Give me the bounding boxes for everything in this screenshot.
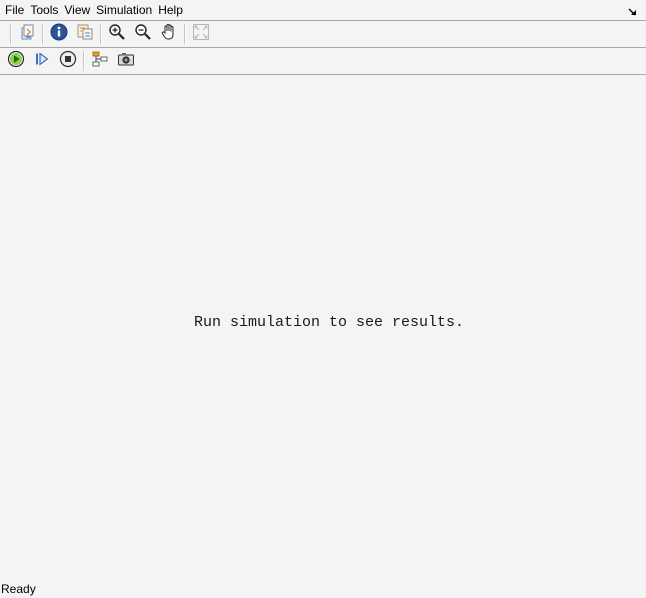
empty-results-message: Run simulation to see results. <box>193 314 465 331</box>
simulation-toolbar <box>0 48 646 75</box>
fit-to-view-button[interactable] <box>190 23 212 45</box>
stop-button[interactable] <box>57 50 79 72</box>
menu-bar: File Tools View Simulation Help <box>0 0 646 21</box>
zoom-in-icon <box>108 23 126 46</box>
menu-view[interactable]: View <box>61 1 93 19</box>
snapshot-camera-icon <box>117 50 135 73</box>
toolbar-separator <box>83 51 85 71</box>
zoom-in-button[interactable] <box>106 23 128 45</box>
run-icon <box>7 50 25 73</box>
view-toolbar <box>0 21 646 48</box>
fit-to-view-icon <box>192 23 210 46</box>
info-button[interactable] <box>48 23 70 45</box>
toolbar-separator <box>10 24 12 44</box>
zoom-out-icon <box>134 23 152 46</box>
results-area: Run simulation to see results. <box>0 75 646 576</box>
model-hierarchy-button[interactable] <box>89 50 111 72</box>
menu-tools[interactable]: Tools <box>27 1 61 19</box>
stop-icon <box>59 50 77 73</box>
snapshot-button[interactable] <box>115 50 137 72</box>
block-parameters-button[interactable] <box>74 23 96 45</box>
simulation-window: File Tools View Simulation Help Run simu… <box>0 0 646 598</box>
block-parameters-icon <box>76 23 94 46</box>
step-forward-button[interactable] <box>31 50 53 72</box>
toolbar-separator <box>184 24 186 44</box>
toolbar-separator <box>42 24 44 44</box>
print-button[interactable] <box>16 23 38 45</box>
menu-simulation[interactable]: Simulation <box>93 1 155 19</box>
menu-help[interactable]: Help <box>155 1 186 19</box>
toolbar-separator <box>100 24 102 44</box>
print-icon <box>18 23 36 46</box>
info-icon <box>50 23 68 46</box>
run-button[interactable] <box>5 50 27 72</box>
status-text: Ready <box>1 582 36 596</box>
zoom-out-button[interactable] <box>132 23 154 45</box>
step-forward-icon <box>33 50 51 73</box>
model-hierarchy-icon <box>91 50 109 73</box>
menu-file[interactable]: File <box>2 1 27 19</box>
pan-button[interactable] <box>158 23 180 45</box>
status-bar: Ready <box>0 576 646 598</box>
undock-arrow-icon[interactable] <box>628 4 638 16</box>
pan-hand-icon <box>160 23 178 46</box>
toolbar-grip <box>3 24 6 44</box>
